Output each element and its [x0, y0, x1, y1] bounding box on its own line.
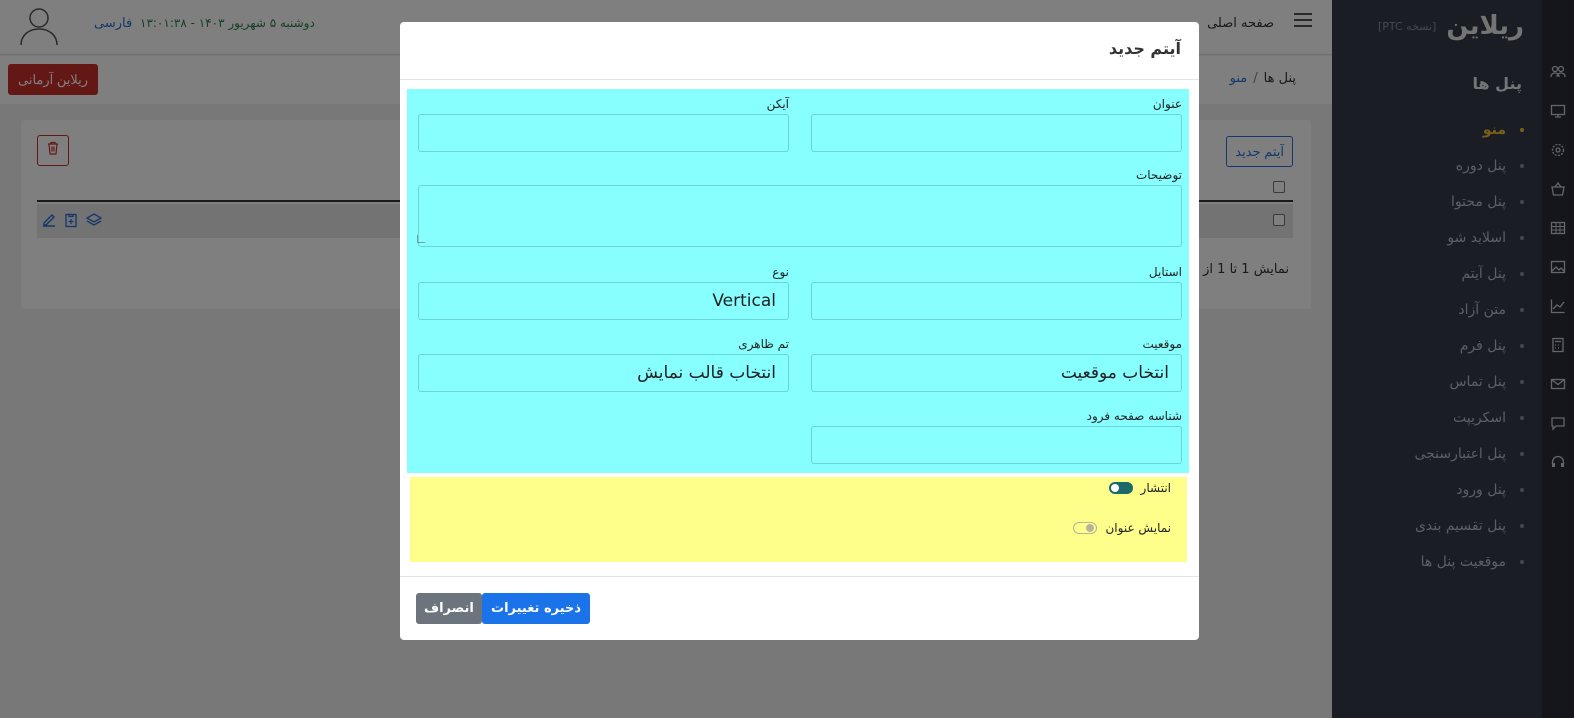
publish-label: انتشار	[1140, 481, 1171, 495]
type-select[interactable]: Vertical	[418, 282, 789, 320]
show-title-switch-row: نمایش عنوان	[1073, 521, 1171, 535]
save-button[interactable]: ذخیره تغییرات	[482, 593, 591, 624]
position-label: موقعیت	[1142, 337, 1182, 351]
switches-area: انتشار نمایش عنوان	[410, 477, 1187, 562]
theme-label: تم ظاهری	[738, 337, 789, 351]
modal-footer: ذخیره تغییرات انصراف	[400, 576, 1199, 640]
landing-page-label: شناسه صفحه فرود	[1086, 409, 1182, 423]
modal-header: آیتم جدید	[400, 22, 1199, 80]
description-label: توضیحات	[1135, 168, 1182, 182]
form-fields-area: عنوان آیکن توضیحات استایل نوع Vertical م…	[407, 89, 1189, 473]
type-label: نوع	[772, 265, 789, 279]
style-input[interactable]	[811, 282, 1182, 320]
title-input[interactable]	[811, 114, 1182, 152]
show-title-toggle[interactable]	[1073, 522, 1098, 534]
title-label: عنوان	[1152, 97, 1182, 111]
landing-page-input[interactable]	[811, 426, 1182, 464]
icon-label: آیکن	[766, 97, 789, 111]
new-item-modal: آیتم جدید عنوان آیکن توضیحات استایل نوع …	[400, 22, 1199, 640]
modal-title: آیتم جدید	[1108, 39, 1181, 58]
description-textarea[interactable]	[418, 185, 1182, 247]
resize-grip-icon[interactable]	[417, 235, 425, 243]
show-title-label: نمایش عنوان	[1105, 521, 1171, 535]
position-select[interactable]: انتخاب موقعیت	[811, 354, 1182, 392]
icon-input[interactable]	[418, 114, 789, 152]
publish-toggle[interactable]	[1108, 482, 1133, 494]
cancel-button[interactable]: انصراف	[416, 593, 482, 624]
publish-switch-row: انتشار	[1108, 481, 1171, 495]
style-label: استایل	[1148, 265, 1182, 279]
theme-select[interactable]: انتخاب قالب نمایش	[418, 354, 789, 392]
